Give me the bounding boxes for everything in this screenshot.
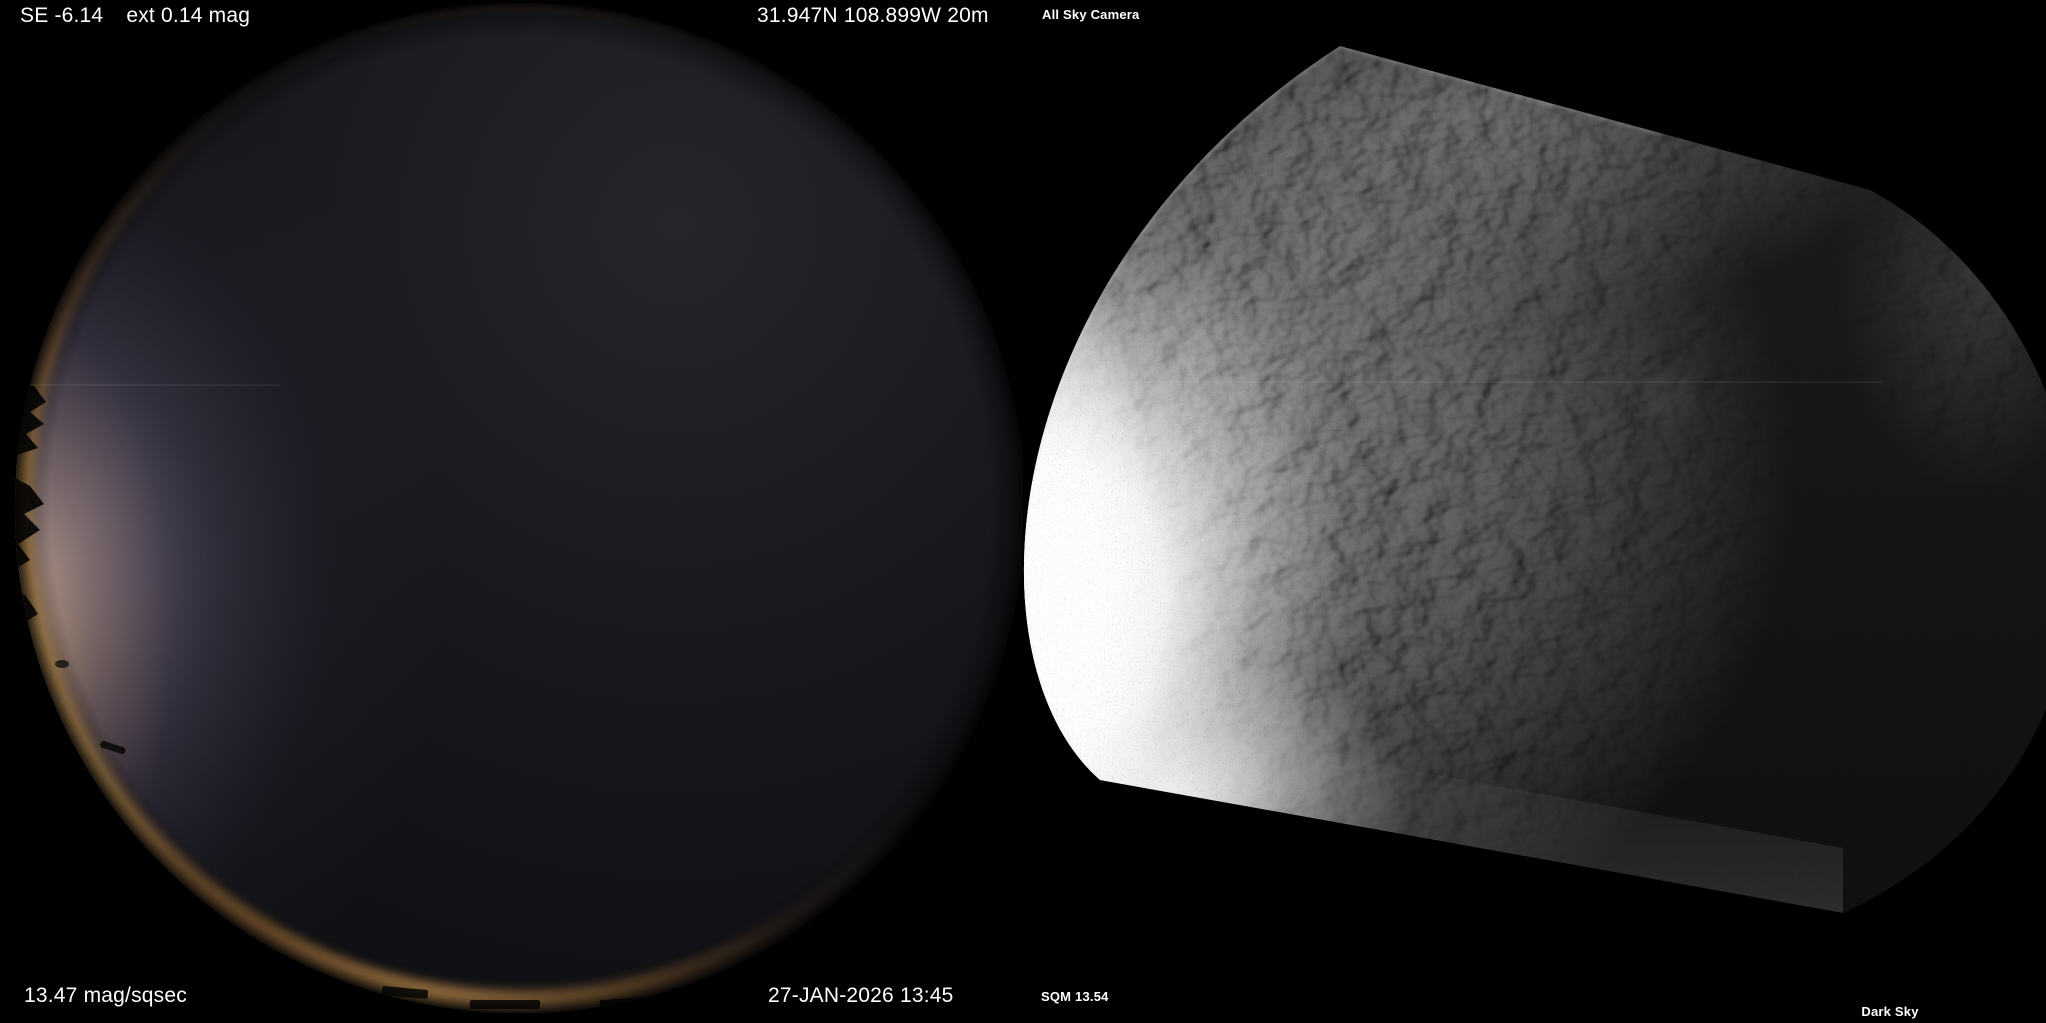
ir-cloud-image (1023, 0, 2046, 1023)
sky-brightness-label: 13.47 mag/sqsec (24, 984, 187, 1008)
camera-title-label: All Sky Camera (1042, 7, 1139, 22)
allsky-camera-screen: SE -6.14 ext 0.14 mag 31.947N 108.899W 2… (0, 0, 2046, 1023)
solar-elevation-label: SE -6.14 (20, 4, 103, 28)
site-name-block: Dark Sky New Mexico (1830, 962, 1950, 1023)
ir-cloud-panel (1023, 0, 2046, 1023)
fisheye-sky-panel (0, 0, 1023, 1023)
stitch-seam-left (0, 384, 280, 386)
extinction-label: ext 0.14 mag (126, 4, 250, 28)
timestamp-label: 27-JAN-2026 13:45 (768, 984, 954, 1008)
coordinates-label: 31.947N 108.899W 20m (757, 4, 989, 28)
sqm-reading-label: SQM 13.54 (1041, 989, 1109, 1004)
top-left-telemetry: SE -6.14 ext 0.14 mag (20, 4, 250, 28)
fisheye-sky-image (0, 0, 1023, 1023)
site-name-line1: Dark Sky (1830, 1002, 1950, 1022)
